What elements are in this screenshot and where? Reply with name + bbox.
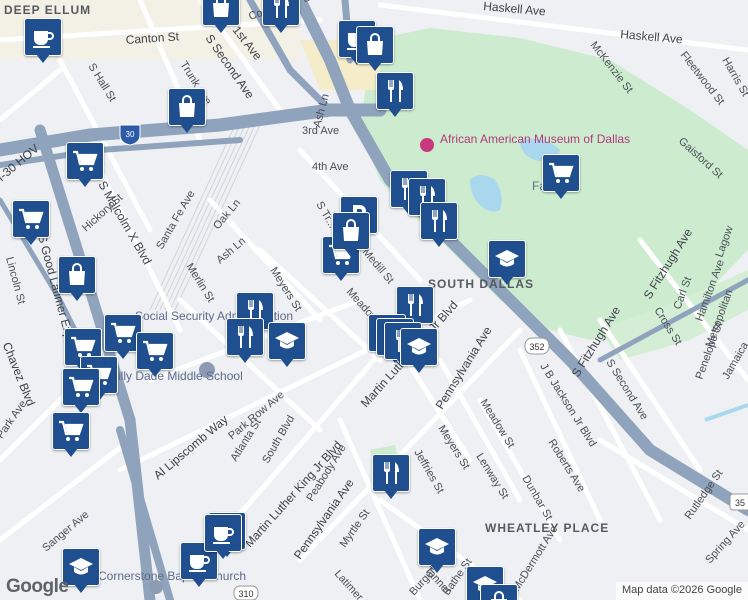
street-label: Harris St [719, 56, 748, 99]
map-marker-cafe[interactable] [204, 514, 242, 560]
shopping-bag-icon [173, 93, 201, 121]
street-label: Spring Ave [703, 519, 747, 566]
map-marker-store[interactable] [332, 212, 370, 258]
graduation-cap-icon [273, 327, 301, 355]
street-label: Dunbar St [519, 474, 554, 523]
svg-text:352: 352 [529, 342, 544, 352]
map-marker-school[interactable] [488, 240, 526, 286]
school-poi: Billy Dade Middle School [110, 362, 243, 383]
map-marker-grocery[interactable] [12, 200, 50, 246]
map-marker-restaurant[interactable] [420, 202, 458, 248]
street-label: Chavez Blvd [0, 340, 38, 408]
fork-knife-icon [377, 459, 405, 487]
map-marker-school[interactable] [400, 328, 438, 374]
coffee-cup-icon [29, 23, 57, 51]
street-label: Haskell Ave [620, 27, 684, 46]
shopping-cart-icon [67, 373, 95, 401]
svg-text:310: 310 [238, 589, 253, 599]
route-352-shield: 352 [524, 337, 550, 355]
map-marker-grocery[interactable] [542, 154, 580, 200]
coffee-cup-icon [209, 519, 237, 547]
shopping-bag-icon [485, 589, 513, 600]
street-label: Lincoln St [3, 256, 27, 306]
street-label: S Hall St [85, 61, 118, 104]
fork-knife-icon [381, 77, 409, 105]
svg-text:30: 30 [126, 130, 135, 139]
shopping-cart-icon [17, 205, 45, 233]
map-marker-grocery[interactable] [66, 142, 104, 188]
map-marker-store[interactable] [58, 256, 96, 302]
shopping-bag-icon [63, 261, 91, 289]
shopping-cart-icon [109, 319, 137, 347]
street-label: Oak Ln [211, 197, 243, 232]
map-marker-school[interactable] [268, 322, 306, 368]
route-310-shield: 310 [233, 585, 259, 600]
map-marker-cafe[interactable] [24, 18, 62, 64]
area-label-deep-ellum: DEEP ELLUM [4, 3, 91, 17]
fork-knife-icon [231, 323, 259, 351]
svg-text:35: 35 [735, 498, 745, 508]
map-marker-restaurant[interactable] [262, 0, 300, 34]
map-base: 30 352 310 35 DEEP ELLUM SOUTH DALLAS WH… [0, 0, 748, 600]
street-label: 4th Ave [312, 161, 349, 173]
map-marker-restaurant[interactable] [376, 72, 414, 118]
shopping-bag-icon [337, 217, 365, 245]
creek [704, 403, 748, 422]
map-marker-store[interactable] [480, 584, 518, 600]
map-canvas[interactable]: 30 352 310 35 DEEP ELLUM SOUTH DALLAS WH… [0, 0, 748, 600]
map-marker-store[interactable] [168, 88, 206, 134]
map-marker-grocery[interactable] [136, 332, 174, 378]
graduation-cap-icon [493, 245, 521, 273]
interstate-30-shield: 30 [119, 124, 141, 146]
church-poi: Cornerstone Baptist Church [98, 569, 246, 594]
graduation-cap-icon [67, 553, 95, 581]
fork-knife-icon [425, 207, 453, 235]
interstate-35-shield: 35 [729, 493, 748, 511]
fork-knife-icon [267, 0, 295, 21]
map-marker-school[interactable] [418, 528, 456, 574]
google-logo[interactable]: Google [6, 576, 69, 598]
graduation-cap-icon [405, 333, 433, 361]
map-marker-grocery[interactable] [52, 412, 90, 458]
middle-school-label: Billy Dade Middle School [110, 369, 243, 383]
street-label: Latimer St [332, 568, 374, 600]
shopping-bag-icon [361, 31, 389, 59]
map-marker-grocery[interactable] [62, 368, 100, 414]
street-label: Jeffries St [411, 448, 446, 496]
shopping-cart-icon [547, 159, 575, 187]
map-attribution[interactable]: Map data ©2026 Google [615, 582, 748, 600]
shopping-cart-icon [71, 147, 99, 175]
map-marker-store[interactable] [202, 0, 240, 34]
street-label: Ash Ln [214, 235, 248, 266]
shopping-cart-icon [141, 337, 169, 365]
street-label: Haskell Ave [483, 0, 547, 18]
church-label: Cornerstone Baptist Church [98, 569, 246, 583]
map-marker-restaurant[interactable] [372, 454, 410, 500]
street-label: Merlin St [183, 261, 216, 304]
street-label: Fleetwood St [678, 49, 727, 107]
shopping-cart-icon [57, 417, 85, 445]
street-label: Meadow St [477, 397, 516, 450]
map-marker-restaurant[interactable] [226, 318, 264, 364]
shopping-bag-icon [207, 0, 235, 21]
graduation-cap-icon [423, 533, 451, 561]
map-marker-store[interactable] [356, 26, 394, 72]
museum-label: African American Museum of Dallas [440, 132, 630, 146]
